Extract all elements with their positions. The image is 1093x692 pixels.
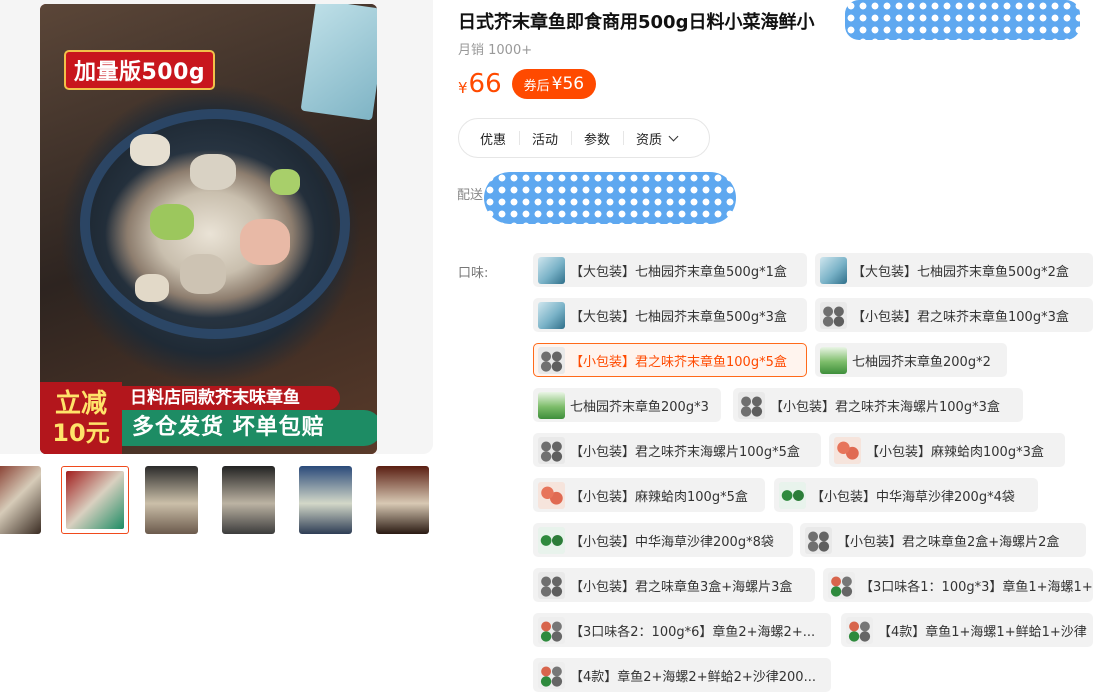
food-chunk [190, 154, 236, 190]
sku-option[interactable]: 【大包装】七柚园芥末章鱼500g*3盒 [533, 298, 807, 332]
sku-option[interactable]: 【大包装】七柚园芥末章鱼500g*1盒 [533, 253, 807, 287]
sku-label: 【小包装】中华海草沙律200g*4袋 [811, 489, 1015, 505]
info-tabs: 优惠 活动 参数 资质 [458, 118, 710, 158]
sku-label: 【小包装】中华海草沙律200g*8袋 [570, 534, 774, 550]
sku-label: 【3口味各1：100g*3】章鱼1+海螺1+ [860, 579, 1093, 595]
thumbnail[interactable] [376, 466, 429, 534]
redaction-mark [845, 0, 1080, 40]
sku-label: 【大包装】七柚园芥末章鱼500g*1盒 [570, 264, 787, 280]
sku-option[interactable]: 【小包装】麻辣蛤肉100g*5盒 [533, 478, 765, 512]
sku-thumbnail [538, 481, 565, 509]
tab-discount[interactable]: 优惠 [467, 129, 519, 148]
sku-label: 七柚园芥末章鱼200g*3 [570, 399, 709, 415]
food-chunk [150, 204, 194, 240]
promo-badge: 加量版500g [64, 50, 216, 90]
sku-thumbnail [538, 661, 565, 689]
main-product-image[interactable]: 加量版500g 立减 10元 日料店同款芥末味章鱼 多仓发货 坏单包赔 [40, 4, 377, 454]
sku-label: 【小包装】君之味芥末海螺片100g*3盒 [770, 399, 1000, 415]
sku-option[interactable]: 【小包装】君之味芥末章鱼100g*5盒 [533, 343, 807, 377]
sku-option[interactable]: 【小包装】君之味芥末章鱼100g*3盒 [815, 298, 1093, 332]
sku-label: 【小包装】君之味章鱼2盒+海螺片2盒 [837, 534, 1060, 550]
sku-option[interactable]: 【小包装】中华海草沙律200g*8袋 [533, 523, 793, 557]
sku-option[interactable]: 【小包装】君之味芥末海螺片100g*3盒 [733, 388, 1023, 422]
currency-symbol: ¥ [458, 79, 468, 97]
thumbnail[interactable] [299, 466, 352, 534]
bowl-rim [80, 109, 350, 339]
food-chunk [270, 169, 300, 195]
sku-thumbnail [738, 391, 765, 419]
sku-label: 【小包装】麻辣蛤肉100g*5盒 [570, 489, 748, 505]
sku-thumbnail [538, 616, 565, 644]
delivery-label: 配送 [457, 188, 484, 203]
sku-label: 【4款】章鱼1+海螺1+鲜蛤1+沙律 [878, 624, 1087, 640]
sku-label: 【小包装】君之味章鱼3盒+海螺片3盒 [570, 579, 793, 595]
sku-option[interactable]: 【小包装】君之味章鱼3盒+海螺片3盒 [533, 568, 815, 602]
sku-thumbnail [538, 436, 565, 464]
sku-thumbnail [834, 436, 861, 464]
tab-activity[interactable]: 活动 [519, 129, 571, 148]
sku-thumbnail [538, 301, 565, 329]
sku-thumbnail [805, 526, 832, 554]
sku-label: 【小包装】麻辣蛤肉100g*3盒 [866, 444, 1044, 460]
sku-thumbnail [538, 526, 565, 554]
thumbnail-active[interactable] [61, 466, 129, 534]
thumbnail[interactable] [0, 466, 41, 534]
discount-block: 立减 10元 [40, 382, 122, 454]
sku-label: 【小包装】君之味芥末章鱼100g*5盒 [570, 354, 787, 370]
banner-strip-top: 日料店同款芥末味章鱼 [122, 386, 340, 410]
food-chunk [180, 254, 226, 294]
banner-strip-bottom: 多仓发货 坏单包赔 [122, 410, 377, 446]
tab-params[interactable]: 参数 [571, 129, 623, 148]
sku-option[interactable]: 【3口味各2：100g*6】章鱼2+海螺2+... [533, 613, 831, 647]
sku-thumbnail [820, 301, 847, 329]
sku-thumbnail [846, 616, 873, 644]
food-chunk [130, 134, 170, 166]
chevron-down-icon [668, 131, 679, 141]
product-title: 日式芥末章鱼即食商用500g日料小菜海鲜小 [458, 12, 815, 33]
sku-option[interactable]: 【小包装】君之味章鱼2盒+海螺片2盒 [800, 523, 1086, 557]
discount-top-text: 立减 [54, 389, 107, 419]
thumbnail[interactable] [222, 466, 275, 534]
flavor-label: 口味: [458, 266, 489, 281]
sku-label: 【小包装】君之味芥末海螺片100g*5盒 [570, 444, 800, 460]
sku-thumbnail [538, 391, 565, 419]
sku-option[interactable]: 七柚园芥末章鱼200g*3 [533, 388, 721, 422]
sku-option[interactable]: 【4款】章鱼1+海螺1+鲜蛤1+沙律 [841, 613, 1093, 647]
thumbnail[interactable] [145, 466, 198, 534]
food-chunk [135, 274, 169, 302]
sku-label: 【4款】章鱼2+海螺2+鲜蛤2+沙律200... [570, 669, 816, 685]
sku-thumbnail [779, 481, 806, 509]
sku-thumbnail [538, 256, 565, 284]
sku-option[interactable]: 【4款】章鱼2+海螺2+鲜蛤2+沙律200... [533, 658, 831, 692]
sku-option[interactable]: 【小包装】麻辣蛤肉100g*3盒 [829, 433, 1065, 467]
sku-option[interactable]: 【小包装】中华海草沙律200g*4袋 [774, 478, 1038, 512]
discount-bottom-text: 10元 [52, 419, 110, 447]
sku-option[interactable]: 七柚园芥末章鱼200g*2 [815, 343, 1007, 377]
sku-option[interactable]: 【大包装】七柚园芥末章鱼500g*2盒 [815, 253, 1093, 287]
sku-label: 【大包装】七柚园芥末章鱼500g*3盒 [570, 309, 787, 325]
coupon-price-badge: 券后 ¥56 [511, 69, 597, 99]
sku-thumbnail [820, 346, 847, 374]
redaction-mark [484, 172, 736, 224]
price: 66 [468, 69, 502, 99]
package-corner-image [300, 4, 377, 121]
coupon-price: ¥56 [551, 74, 585, 94]
food-chunk [240, 219, 290, 265]
sku-thumbnail [820, 256, 847, 284]
sku-label: 七柚园芥末章鱼200g*2 [852, 354, 991, 370]
price-row: ¥ 66 券后 ¥56 [458, 68, 597, 100]
monthly-sales: 月销 1000+ [458, 43, 533, 58]
coupon-label: 券后 [523, 78, 550, 94]
sku-option[interactable]: 【3口味各1：100g*3】章鱼1+海螺1+ [823, 568, 1093, 602]
sku-label: 【大包装】七柚园芥末章鱼500g*2盒 [852, 264, 1069, 280]
sku-thumbnail [828, 571, 855, 599]
tab-qualification[interactable]: 资质 [623, 129, 690, 148]
sku-thumbnail [538, 571, 565, 599]
sku-thumbnail [538, 346, 565, 374]
thumbnail-strip [0, 466, 433, 536]
tab-qualification-label: 资质 [636, 132, 663, 148]
sku-label: 【小包装】君之味芥末章鱼100g*3盒 [852, 309, 1069, 325]
sku-label: 【3口味各2：100g*6】章鱼2+海螺2+... [570, 624, 816, 640]
sku-option[interactable]: 【小包装】君之味芥末海螺片100g*5盒 [533, 433, 821, 467]
